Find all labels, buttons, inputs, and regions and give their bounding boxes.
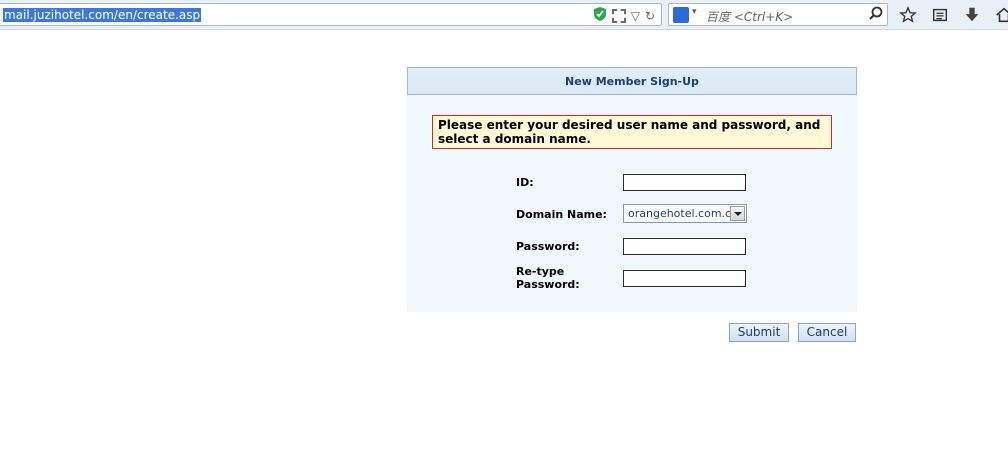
panel-header: New Member Sign-Up [407, 67, 857, 95]
reload-icon[interactable]: ↻ [645, 8, 655, 24]
id-label: ID: [516, 176, 534, 189]
instruction-notice: Please enter your desired user name and … [432, 115, 832, 149]
address-bar[interactable]: mail.juzihotel.com/en/create.asp ▽ ↻ [0, 3, 662, 26]
qr-code-icon[interactable] [611, 8, 626, 23]
reading-list-icon[interactable] [930, 5, 950, 25]
shield-icon[interactable] [593, 6, 607, 26]
retype-label-line2: Password: [516, 278, 580, 291]
url-text[interactable]: mail.juzihotel.com/en/create.asp [3, 8, 202, 22]
toolbar-icons [898, 5, 1008, 25]
submit-button[interactable]: Submit [729, 323, 789, 342]
cancel-button[interactable]: Cancel [798, 323, 856, 342]
domain-name-select[interactable]: orangehotel.com.cn [623, 204, 747, 223]
chevron-down-icon[interactable] [730, 206, 745, 221]
password-input[interactable] [623, 238, 746, 255]
retype-label-line1: Re-type [516, 265, 565, 278]
address-bar-icons: ▽ ↻ [593, 6, 655, 26]
page-title: New Member Sign-Up [565, 75, 699, 88]
search-input[interactable]: 百度 <Ctrl+K> [706, 8, 793, 25]
dropdown-arrow-icon[interactable]: ▽ [631, 8, 640, 24]
search-icon[interactable] [868, 6, 884, 22]
domain-name-value: orangehotel.com.cn [628, 207, 739, 220]
retype-password-input[interactable] [623, 270, 746, 287]
password-label: Password: [516, 240, 580, 253]
bookmark-star-icon[interactable] [898, 5, 918, 25]
home-icon[interactable] [994, 5, 1008, 25]
search-engine-dropdown-icon[interactable]: ▾ [692, 7, 697, 17]
domain-name-label: Domain Name: [516, 208, 607, 221]
id-input[interactable] [623, 174, 746, 191]
search-bar[interactable]: ▾ 百度 <Ctrl+K> [668, 3, 888, 26]
retype-password-label: Re-type Password: [516, 265, 580, 291]
signup-panel: New Member Sign-Up Please enter your des… [407, 67, 857, 312]
download-icon[interactable] [962, 5, 982, 25]
browser-toolbar: mail.juzihotel.com/en/create.asp ▽ ↻ ▾ 百… [0, 0, 1008, 30]
baidu-paw-icon[interactable] [673, 7, 689, 23]
